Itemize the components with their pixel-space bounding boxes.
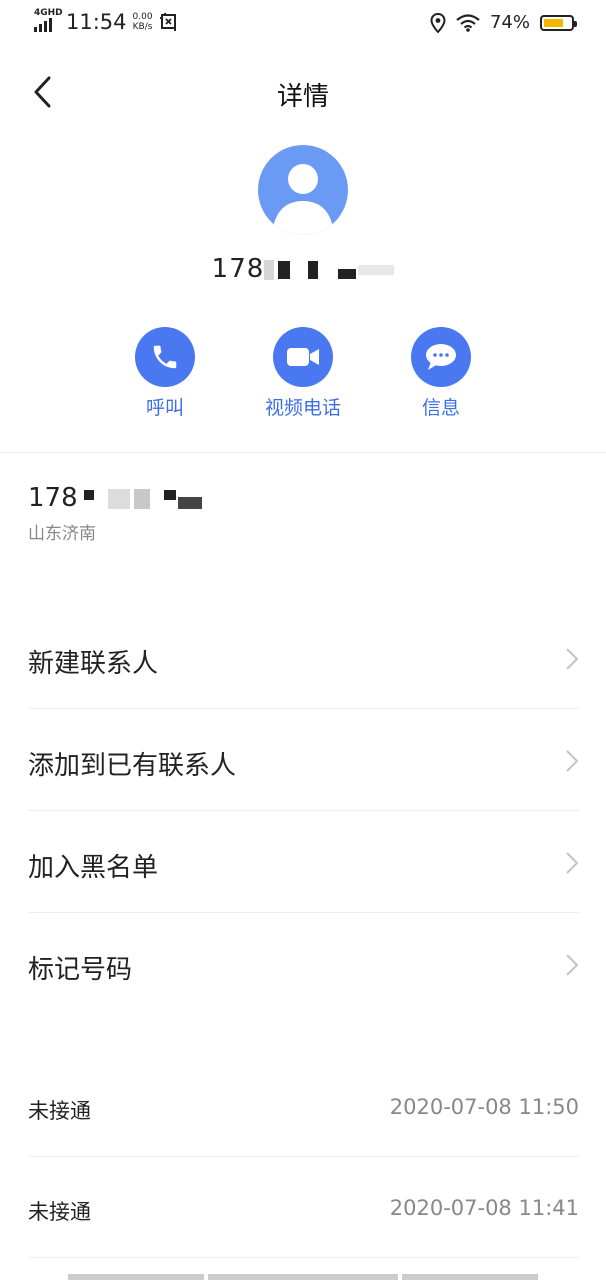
status-bar: 4GHD 11:54 0.00 KB/s 74% [0, 0, 606, 48]
redacted-block [338, 268, 357, 279]
video-camera-icon [287, 348, 319, 366]
redacted-block [107, 488, 130, 509]
screenshot-icon [159, 12, 179, 32]
menu-label: 加入黑名单 [28, 853, 159, 883]
signal-icon: 4GHD [32, 8, 63, 34]
divider [0, 452, 606, 453]
call-time: 2020-07-08 11:41 [389, 1196, 579, 1220]
action-buttons: 呼叫 视频电话 信息 [0, 327, 606, 420]
menu-mark-number[interactable]: 标记号码 [28, 913, 579, 1015]
status-right: 74% [430, 12, 577, 33]
call-button[interactable]: 呼叫 [105, 327, 225, 420]
speed-value: 0.00 [132, 12, 153, 22]
battery-percent: 74% [489, 12, 530, 33]
call-type: 未接通 [28, 1099, 91, 1123]
battery-fill [544, 18, 563, 27]
call-log-item[interactable]: 未接通 2020-07-08 11:50 [28, 1057, 579, 1157]
menu-label: 新建联系人 [28, 649, 159, 679]
contact-number: 178 [0, 254, 606, 284]
call-label: 呼叫 [145, 397, 184, 419]
phone-icon [153, 345, 177, 369]
chevron-right-icon [566, 954, 579, 976]
message-button[interactable]: 信息 [381, 327, 501, 420]
message-circle [411, 327, 471, 387]
redacted-block [264, 259, 275, 280]
speed-unit: KB/s [132, 22, 153, 32]
menu-new-contact[interactable]: 新建联系人 [28, 607, 579, 709]
status-time: 11:54 [66, 10, 127, 34]
redacted-block [83, 489, 94, 500]
number-location: 山东济南 [28, 524, 96, 544]
redacted-block [358, 264, 395, 275]
chevron-right-icon [566, 750, 579, 772]
page-title: 详情 [276, 82, 329, 112]
location-icon [430, 12, 446, 33]
network-speed: 0.00 KB/s [133, 12, 153, 32]
chevron-right-icon [566, 648, 579, 670]
message-bubble-icon [426, 344, 456, 370]
video-call-label: 视频电话 [264, 397, 341, 419]
call-type: 未接通 [28, 1200, 91, 1224]
status-left: 4GHD 11:54 0.00 KB/s [32, 8, 179, 34]
redacted-block [133, 488, 150, 509]
chevron-right-icon [566, 852, 579, 874]
menu-label: 添加到已有联系人 [28, 751, 237, 781]
video-call-circle [273, 327, 333, 387]
call-circle [135, 327, 195, 387]
message-label: 信息 [421, 397, 460, 419]
battery-icon [540, 14, 577, 31]
person-avatar-icon[interactable] [258, 145, 348, 235]
wifi-icon [456, 13, 480, 32]
network-type-label: 4GHD [34, 8, 63, 18]
gesture-bar-right[interactable] [402, 1274, 538, 1280]
redacted-block [308, 260, 319, 279]
gesture-bar-center[interactable] [208, 1274, 398, 1280]
contact-number-text: 178 [211, 254, 265, 284]
number-info-text: 178 [28, 483, 78, 513]
menu-add-to-blacklist[interactable]: 加入黑名单 [28, 811, 579, 913]
gesture-bar-left[interactable] [68, 1274, 204, 1280]
video-call-button[interactable]: 视频电话 [243, 327, 363, 420]
menu-add-to-existing-contact[interactable]: 添加到已有联系人 [28, 709, 579, 811]
call-time: 2020-07-08 11:50 [389, 1095, 579, 1119]
header: 详情 [0, 62, 606, 122]
redacted-block [163, 489, 176, 500]
redacted-block [278, 260, 291, 279]
menu-label: 标记号码 [28, 955, 133, 985]
redacted-block [177, 496, 202, 509]
call-log-item[interactable]: 未接通 2020-07-08 11:41 [28, 1158, 579, 1258]
number-info[interactable]: 178 [28, 483, 202, 513]
